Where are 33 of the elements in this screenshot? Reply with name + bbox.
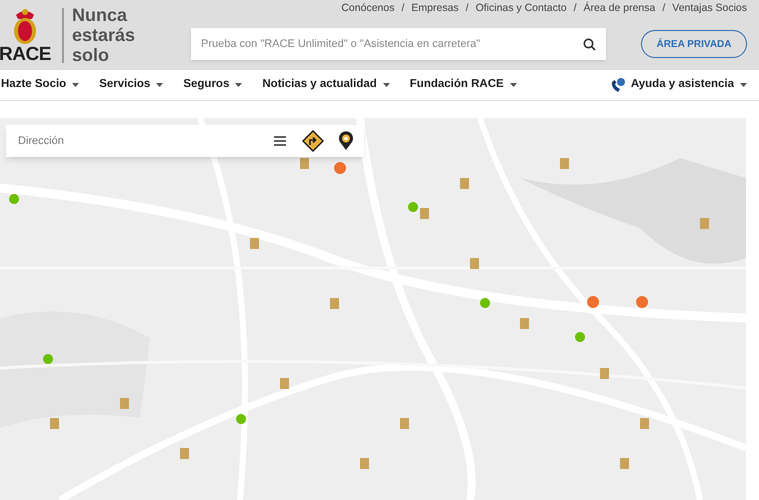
logo-text: RACE — [0, 44, 51, 64]
menu-icon[interactable] — [274, 136, 286, 146]
private-area-button[interactable]: ÁREA PRIVADA — [641, 30, 747, 58]
search-bar[interactable]: Prueba con "RACE Unlimited" o "Asistencia en carretera" — [191, 28, 606, 60]
caret-icon — [156, 83, 164, 87]
tagline: Nunca estarás solo — [72, 5, 136, 65]
separator: / — [574, 1, 577, 16]
caret-icon — [382, 83, 390, 87]
address-search-bar[interactable]: Dirección — [6, 125, 364, 157]
address-field[interactable]: Dirección — [18, 132, 274, 150]
top-link[interactable]: Conócenos — [341, 1, 394, 17]
top-link[interactable]: Ventajas Socios — [672, 1, 747, 17]
help-menu[interactable]: Ayuda y asistencia — [610, 76, 747, 94]
route-sign-icon[interactable] — [302, 130, 324, 152]
separator: / — [466, 1, 469, 16]
nav-menu[interactable]: Hazte Socio — [1, 76, 80, 94]
separator: / — [662, 1, 666, 16]
caret-icon — [740, 83, 747, 87]
search-field[interactable]: Prueba con "RACE Unlimited" o "Asistencia en carretera" — [201, 36, 583, 52]
location-pin-icon[interactable] — [336, 131, 356, 151]
caret-icon — [510, 83, 517, 87]
top-link[interactable]: Oficinas y Contacto — [476, 1, 567, 17]
top-link[interactable]: Empresas — [411, 1, 459, 17]
search-icon — [583, 38, 596, 50]
phone-help-icon — [610, 78, 626, 92]
nav-menu[interactable]: Seguros — [183, 76, 242, 94]
nav-menu[interactable]: Fundación RACE — [410, 76, 517, 94]
separator: / — [401, 1, 404, 16]
top-link[interactable]: Área de prensa — [584, 1, 656, 17]
nav-menu[interactable]: Servicios — [99, 76, 164, 94]
nav-menu[interactable]: Noticias y actualidad — [262, 76, 390, 94]
caret-icon — [235, 83, 242, 87]
caret-icon — [72, 83, 80, 87]
